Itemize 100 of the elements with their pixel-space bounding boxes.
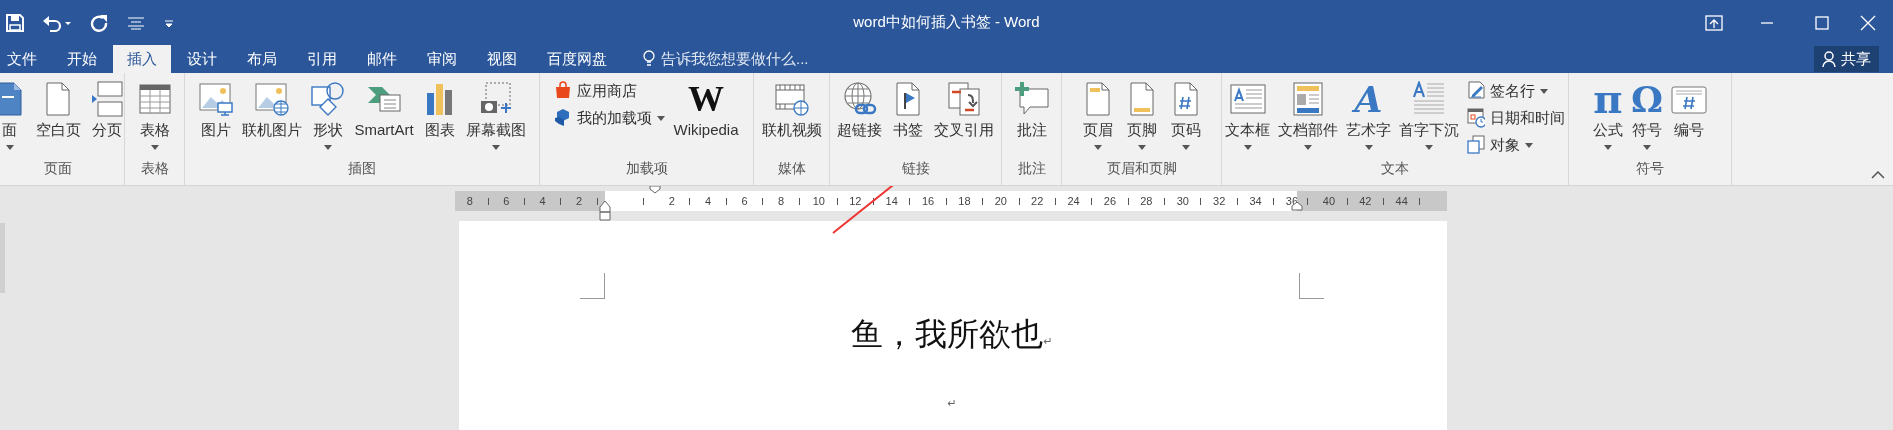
document-text: 鱼，我所欲也 bbox=[851, 315, 1044, 354]
ribbon-button[interactable]: Ω 符号 bbox=[1627, 77, 1666, 155]
ruler-number: 2 bbox=[575, 195, 583, 207]
ruler-number: 30 bbox=[1176, 195, 1189, 207]
ribbon-tab[interactable]: 百度网盘 bbox=[533, 45, 621, 73]
ruler-number: 22 bbox=[1031, 195, 1044, 207]
ribbon-button[interactable]: A 艺术字 bbox=[1343, 77, 1394, 155]
online-video-icon bbox=[773, 81, 810, 117]
ruler-number: 4 bbox=[539, 195, 546, 207]
cross-reference-icon bbox=[946, 81, 982, 117]
quick-parts-icon bbox=[1290, 81, 1326, 117]
paragraph-mark: ↵ bbox=[1043, 335, 1053, 347]
ribbon-button[interactable]: 书签 bbox=[887, 77, 929, 155]
collapse-ribbon-icon[interactable] bbox=[1871, 171, 1885, 179]
ribbon-button[interactable]: 分页 bbox=[85, 77, 128, 155]
ribbon-button[interactable]: 交叉引用 bbox=[931, 77, 997, 155]
redo-icon[interactable] bbox=[90, 13, 108, 32]
wikipedia-logo-icon: W bbox=[688, 79, 724, 119]
shapes-icon bbox=[310, 81, 347, 117]
group-label: 加载项 bbox=[625, 160, 668, 178]
ruler-number: 10 bbox=[812, 195, 825, 207]
ribbon-button[interactable]: W Wikipedia bbox=[670, 77, 742, 155]
ribbon-button[interactable]: π 公式 bbox=[1589, 77, 1626, 155]
ruler-number: 18 bbox=[958, 195, 971, 207]
ribbon-button[interactable]: 联机视频 bbox=[758, 77, 825, 155]
indent-marker-icon[interactable] bbox=[599, 199, 611, 221]
ribbon-button[interactable]: 页眉 bbox=[1076, 77, 1119, 155]
group-label: 文本 bbox=[1381, 160, 1409, 178]
ribbon-button[interactable]: 编号 bbox=[1668, 77, 1710, 155]
ribbon-button[interactable]: 表格 bbox=[133, 77, 176, 155]
ruler-number: 8 bbox=[466, 195, 473, 207]
ribbon-button[interactable]: 空白页 bbox=[32, 77, 84, 155]
group-label: 媒体 bbox=[777, 160, 806, 178]
ruler-number: 20 bbox=[994, 195, 1007, 207]
ribbon-button[interactable]: 页码 bbox=[1164, 77, 1207, 155]
ribbon-button[interactable]: 图表 bbox=[418, 77, 461, 155]
ribbon-button[interactable]: 日期和时间 bbox=[1464, 106, 1568, 130]
ribbon-tab[interactable]: 视图 bbox=[473, 45, 531, 73]
ruler-number: 14 bbox=[885, 195, 898, 207]
group-label: 插图 bbox=[348, 160, 376, 178]
drop-cap-icon bbox=[1411, 81, 1447, 117]
ruler-number: 8 bbox=[777, 195, 784, 207]
comment-icon bbox=[1013, 81, 1050, 117]
ruler-number: 42 bbox=[1359, 195, 1372, 207]
ribbon-tab[interactable]: 设计 bbox=[173, 45, 231, 73]
text-box-icon bbox=[1229, 81, 1266, 117]
ribbon-tab[interactable]: 引用 bbox=[293, 45, 351, 73]
crop-mark bbox=[580, 273, 605, 299]
store-icon bbox=[554, 81, 573, 101]
ribbon-button[interactable]: 签名行 bbox=[1464, 79, 1568, 103]
group-label: 表格 bbox=[140, 160, 169, 178]
ribbon-button[interactable]: 文本框 bbox=[1222, 77, 1273, 155]
ruler-number: 26 bbox=[1103, 195, 1117, 207]
ruler-number: 6 bbox=[741, 195, 748, 207]
ruler-number: 16 bbox=[921, 195, 935, 207]
signature-line-icon bbox=[1467, 81, 1485, 101]
ribbon-tab[interactable]: 插入 bbox=[113, 45, 171, 73]
ribbon-button[interactable]: 联机图片 bbox=[239, 77, 306, 155]
hyperlink-icon bbox=[841, 81, 878, 117]
window-title: word中如何插入书签 - Word bbox=[853, 13, 1040, 30]
omega-icon: Ω bbox=[1630, 79, 1663, 119]
ribbon-button[interactable]: 我的加载项 bbox=[551, 106, 669, 130]
ribbon-button[interactable]: 对象 bbox=[1464, 133, 1568, 157]
ruler-number: 2 bbox=[668, 195, 675, 207]
ribbon-button[interactable]: 超链接 bbox=[834, 77, 885, 155]
ribbon-tab[interactable]: 文件 bbox=[0, 45, 51, 73]
ruler-number: 34 bbox=[1249, 195, 1262, 207]
ruler-number: 40 bbox=[1322, 195, 1336, 207]
ribbon-button[interactable]: 首字下沉 bbox=[1396, 77, 1462, 155]
tell-me-search[interactable]: 告诉我您想要做什么... bbox=[637, 45, 815, 73]
ribbon-display-options-icon[interactable] bbox=[1705, 14, 1723, 31]
online-picture-icon bbox=[254, 81, 291, 117]
ruler-number: 24 bbox=[1067, 195, 1080, 207]
share-button[interactable]: 共享 bbox=[1814, 46, 1879, 72]
ribbon-tab[interactable]: 开始 bbox=[53, 45, 111, 73]
ruler-number: 6 bbox=[503, 195, 510, 207]
ribbon-button[interactable]: 批注 bbox=[1010, 77, 1053, 155]
save-icon[interactable] bbox=[6, 13, 24, 32]
ruler-number: 28 bbox=[1140, 195, 1153, 207]
undo-icon[interactable] bbox=[42, 13, 72, 32]
pi-icon: π bbox=[1593, 79, 1623, 119]
object-icon bbox=[1467, 135, 1485, 155]
ribbon-button[interactable]: 形状 bbox=[307, 77, 350, 155]
ribbon-button[interactable]: 应用商店 bbox=[551, 79, 669, 103]
ribbon-tab[interactable]: 审阅 bbox=[413, 45, 471, 73]
crop-mark bbox=[1299, 273, 1324, 299]
ribbon-tab[interactable]: 邮件 bbox=[353, 45, 411, 73]
ribbon-button[interactable]: 屏幕截图 bbox=[462, 77, 529, 155]
touch-mode-icon[interactable] bbox=[126, 15, 146, 30]
ribbon-button[interactable]: SmartArt bbox=[351, 77, 417, 155]
paragraph-mark: ↵ bbox=[947, 397, 957, 410]
ribbon-button[interactable]: 图片 bbox=[195, 77, 238, 155]
ribbon-tab[interactable]: 布局 bbox=[233, 45, 291, 73]
customize-caret-icon[interactable] bbox=[164, 17, 174, 28]
table-icon bbox=[136, 81, 173, 117]
group-label: 符号 bbox=[1636, 160, 1664, 178]
ribbon-button[interactable]: 文档部件 bbox=[1275, 77, 1341, 155]
ribbon-button[interactable]: 面 bbox=[0, 77, 31, 155]
ribbon-button[interactable]: 页脚 bbox=[1120, 77, 1163, 155]
group-label: 批注 bbox=[1017, 160, 1046, 178]
